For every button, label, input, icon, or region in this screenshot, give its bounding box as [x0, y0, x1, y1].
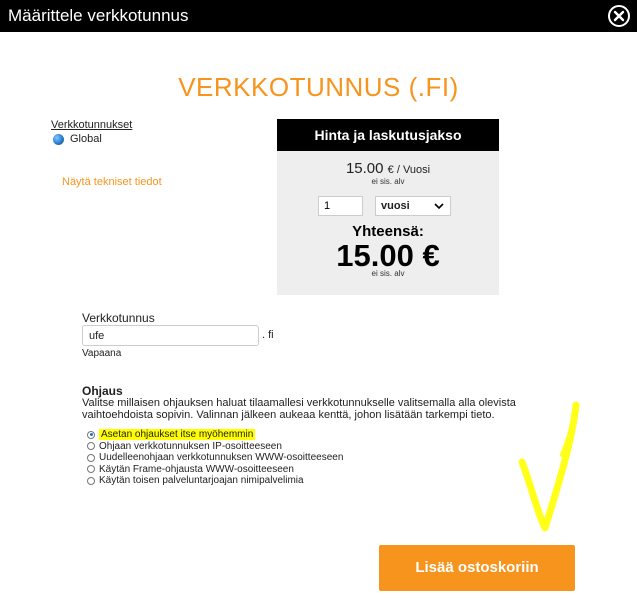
global-label: Global	[70, 133, 102, 145]
billing-period-select[interactable]: vuosi	[375, 196, 451, 216]
dialog-titlebar: Määrittele verkkotunnus	[0, 0, 637, 32]
unit-price-value: 15.00	[345, 160, 384, 177]
total-vat-note: ei sis. alv	[371, 269, 405, 278]
routing-title: Ohjaus	[82, 384, 123, 398]
routing-option-later[interactable]: Asetan ohjaukset itse myöhemmin	[87, 429, 343, 441]
global-item: Global	[53, 133, 102, 145]
domain-tld: . fi	[262, 329, 274, 341]
close-button[interactable]	[608, 5, 630, 27]
routing-option-label: Asetan ohjaukset itse myöhemmin	[99, 429, 256, 441]
billing-period-value: vuosi	[381, 200, 410, 212]
dialog-title: Määrittele verkkotunnus	[8, 6, 189, 25]
radio-button[interactable]	[87, 430, 95, 439]
radio-button[interactable]	[87, 465, 95, 474]
quantity-input[interactable]	[318, 196, 363, 216]
routing-option-label: Ohjaan verkkotunnuksen IP-osoitteeseen	[99, 440, 282, 452]
routing-option-frame[interactable]: Käytän Frame-ohjausta WWW-osoitteeseen	[87, 464, 343, 476]
price-panel-header: Hinta ja laskutusjakso	[277, 119, 499, 151]
routing-description: Valitse millaisen ohjauksen haluat tilaa…	[82, 397, 516, 421]
routing-option-nameservers[interactable]: Käytän toisen palveluntarjoajan nimipalv…	[87, 475, 343, 487]
domain-label: Verkkotunnus	[82, 311, 155, 325]
unit-vat-note: ei sis. alv	[371, 177, 405, 186]
availability-status: Vapaana	[82, 348, 122, 359]
routing-options: Asetan ohjaukset itse myöhemmin Ohjaan v…	[87, 429, 343, 487]
radio-button[interactable]	[87, 453, 95, 462]
globe-icon	[53, 133, 64, 145]
radio-button[interactable]	[87, 476, 95, 485]
domain-input[interactable]	[82, 325, 259, 346]
show-technical-details-link[interactable]: Näytä tekniset tiedot	[62, 176, 162, 188]
unit-price-suffix: € / Vuosi	[387, 164, 431, 176]
chevron-down-icon	[434, 203, 444, 210]
routing-option-label: Uudelleenohjaan verkkotunnuksen WWW-osoi…	[99, 452, 344, 464]
routing-option-redirect[interactable]: Uudelleenohjaan verkkotunnuksen WWW-osoi…	[87, 452, 343, 464]
price-panel: Hinta ja laskutusjakso 15.00 € / Vuosi e…	[277, 119, 499, 295]
unit-price: 15.00 € / Vuosi	[277, 160, 499, 177]
domains-link[interactable]: Verkkotunnukset	[51, 119, 132, 131]
routing-option-label: Käytän Frame-ohjausta WWW-osoitteeseen	[99, 463, 294, 475]
close-icon	[613, 10, 625, 22]
routing-option-label: Käytän toisen palveluntarjoajan nimipalv…	[99, 475, 304, 487]
page-title: VERKKOTUNNUS (.FI)	[178, 72, 459, 102]
routing-option-ip[interactable]: Ohjaan verkkotunnuksen IP-osoitteeseen	[87, 441, 343, 453]
add-to-cart-button[interactable]: Lisää ostoskoriin	[379, 545, 575, 591]
radio-button[interactable]	[87, 442, 95, 451]
